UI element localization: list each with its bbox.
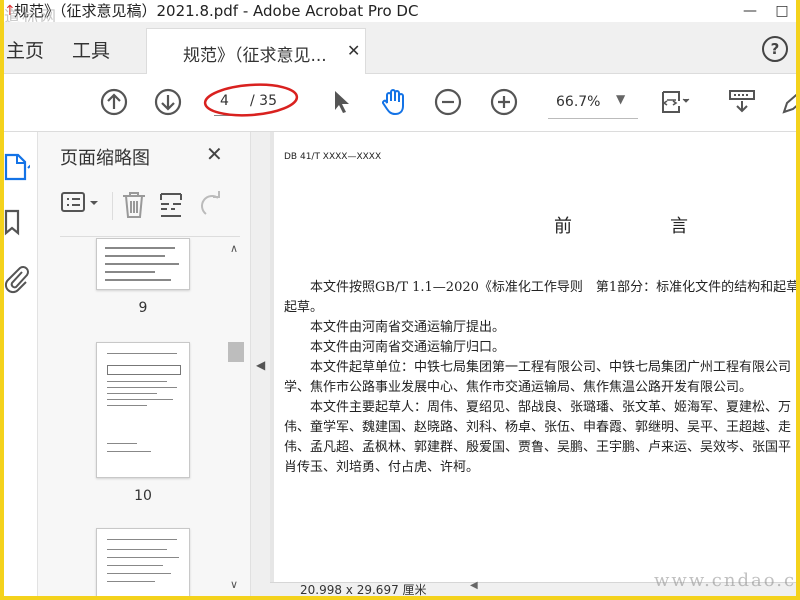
delete-page-icon[interactable] bbox=[120, 190, 148, 224]
scroll-left-icon[interactable]: ◀ bbox=[470, 580, 478, 591]
close-icon[interactable]: ✕ bbox=[347, 41, 360, 60]
document-line: 伟、孟凡超、孟枫林、郭建群、殷爱国、贾鲁、吴鹏、王宇鹏、卢来运、吴效岑、张国平 bbox=[284, 440, 792, 455]
thumbnail-page-number: 10 bbox=[134, 488, 152, 504]
toolbar-separator bbox=[112, 192, 113, 220]
document-heading: 前 言 bbox=[554, 216, 728, 237]
scrollbar-thumb[interactable] bbox=[228, 342, 244, 362]
window-title: 规范》（征求意见稿）2021.8.pdf - Adobe Acrobat Pro… bbox=[14, 2, 419, 20]
zoom-in-icon[interactable] bbox=[488, 86, 520, 118]
thumbnail-page[interactable] bbox=[96, 528, 190, 596]
collapse-left-icon: ◀ bbox=[256, 358, 266, 372]
close-icon[interactable]: ✕ bbox=[206, 142, 223, 166]
panel-divider bbox=[60, 236, 240, 237]
attachment-icon[interactable] bbox=[4, 264, 30, 294]
document-line: 本文件按照GB/T 1.1—2020《标准化工作导则 第1部分：标准化文件的结构… bbox=[310, 280, 796, 295]
scroll-mode-icon[interactable] bbox=[726, 86, 758, 118]
thumbnail-page[interactable] bbox=[96, 238, 190, 290]
maximize-button[interactable]: □ bbox=[768, 0, 796, 22]
page-size-readout: 20.998 x 29.697 厘米 bbox=[300, 583, 427, 596]
chevron-down-icon[interactable]: ▼ bbox=[616, 92, 625, 106]
tab-bar: 主页 工具 规范》（征求意见... ✕ ? bbox=[4, 22, 796, 75]
scroll-down-icon[interactable]: ∨ bbox=[230, 578, 238, 591]
tab-tools[interactable]: 工具 bbox=[72, 36, 110, 63]
thumbnail-page[interactable] bbox=[96, 342, 190, 478]
annotation-ellipse bbox=[203, 83, 299, 117]
document-viewport[interactable]: DB 41/T XXXX—XXXX 前 言 本文件按照GB/T 1.1—2020… bbox=[270, 132, 796, 596]
minimize-button[interactable]: — bbox=[736, 0, 764, 22]
document-line: 伟、童学军、魏建国、赵晓路、刘科、杨卓、张伍、申春霞、郭继明、吴平、王超越、走 bbox=[284, 420, 792, 435]
navigation-rail bbox=[4, 132, 38, 596]
document-line: 肖传玉、刘培勇、付占虎、许柯。 bbox=[284, 460, 480, 475]
page-thumbnails-icon[interactable] bbox=[4, 152, 32, 182]
document-line: 起草。 bbox=[284, 300, 324, 315]
document-code: DB 41/T XXXX—XXXX bbox=[284, 152, 382, 162]
insert-page-icon[interactable] bbox=[158, 190, 186, 224]
zoom-out-icon[interactable] bbox=[432, 86, 464, 118]
panel-toolbar bbox=[58, 190, 238, 226]
tab-document-label: 规范》（征求意见... bbox=[183, 46, 327, 66]
thumbnail-page-number: 9 bbox=[138, 300, 148, 316]
scroll-up-icon[interactable]: ∧ bbox=[230, 242, 238, 255]
title-bar: ↑ 规范》（征求意见稿）2021.8.pdf - Adobe Acrobat P… bbox=[4, 0, 796, 26]
thumbnail-panel: 页面缩略图 ✕ 9 10 ∧ ∨ bbox=[38, 132, 250, 596]
acrobat-window: ↑ 规范》（征求意见稿）2021.8.pdf - Adobe Acrobat P… bbox=[4, 0, 796, 596]
page-fit-icon[interactable] bbox=[658, 86, 690, 118]
options-menu-icon[interactable] bbox=[60, 190, 102, 220]
document-line: 本文件由河南省交通运输厅归口。 bbox=[310, 340, 506, 355]
zoom-level[interactable]: 66.7% bbox=[556, 94, 600, 110]
rotate-page-icon[interactable] bbox=[196, 190, 224, 224]
document-line: 本文件由河南省交通运输厅提出。 bbox=[310, 320, 506, 335]
zoom-underline bbox=[548, 118, 638, 119]
select-cursor-icon[interactable] bbox=[326, 86, 358, 118]
document-page: DB 41/T XXXX—XXXX 前 言 本文件按照GB/T 1.1—2020… bbox=[274, 132, 796, 582]
document-line: 学、焦作市公路事业发展中心、焦作市交通运输局、焦作焦温公路开发有限公司。 bbox=[284, 380, 753, 395]
bookmark-icon[interactable] bbox=[4, 208, 30, 238]
document-line: 本文件起草单位：中铁七局集团第一工程有限公司、中铁七局集团广州工程有限公司 bbox=[310, 360, 792, 375]
thumbnail-list: 9 10 bbox=[38, 238, 250, 596]
next-page-icon[interactable] bbox=[152, 86, 184, 118]
more-tools-icon[interactable] bbox=[780, 86, 796, 118]
panel-title: 页面缩略图 bbox=[60, 148, 150, 169]
help-icon[interactable]: ? bbox=[762, 36, 788, 62]
tab-home[interactable]: 主页 bbox=[6, 36, 44, 63]
thumbnail-scrollbar[interactable]: ∧ ∨ bbox=[228, 238, 244, 596]
document-line: 本文件主要起草人：周伟、夏绍见、郜战良、张璐璠、张文革、姬海军、夏建松、万 bbox=[310, 400, 792, 415]
hand-tool-icon[interactable] bbox=[378, 86, 410, 118]
tab-document[interactable]: 规范》（征求意见... ✕ bbox=[146, 28, 366, 75]
panel-collapse-handle[interactable]: ◀ bbox=[250, 132, 270, 596]
previous-page-icon[interactable] bbox=[98, 86, 130, 118]
toolbar: 4 / 35 66.7% ▼ bbox=[4, 74, 796, 132]
watermark-url: www.cndao.com bbox=[654, 570, 796, 591]
